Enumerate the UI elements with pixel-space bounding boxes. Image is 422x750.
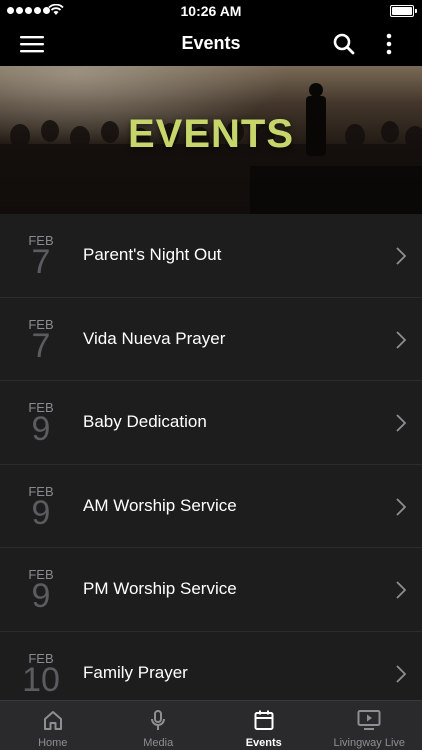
tab-home[interactable]: Home bbox=[0, 701, 106, 750]
app-screen: 10:26 AM Events EVENTS FEB 7 Parent's Ni… bbox=[0, 0, 422, 750]
event-name: Parent's Night Out bbox=[83, 245, 222, 264]
chevron-right-icon bbox=[396, 247, 406, 265]
tab-label: Home bbox=[38, 737, 68, 749]
event-row[interactable]: FEB 9 PM Worship Service bbox=[0, 548, 422, 632]
event-name: Vida Nueva Prayer bbox=[83, 328, 226, 348]
event-row[interactable]: FEB 9 Baby Dedication bbox=[0, 381, 422, 465]
event-day: 9 bbox=[31, 577, 51, 615]
more-vertical-icon bbox=[386, 33, 392, 55]
tab-events[interactable]: Events bbox=[211, 701, 317, 750]
event-name: PM Worship Service bbox=[83, 579, 237, 598]
search-button[interactable] bbox=[322, 22, 366, 66]
tab-label: Events bbox=[245, 737, 282, 749]
tv-play-icon bbox=[357, 710, 381, 730]
chevron-right-icon bbox=[396, 581, 406, 599]
tab-label: Media bbox=[143, 737, 174, 749]
event-list: FEB 7 Parent's Night Out FEB 7 Vida Nuev… bbox=[0, 214, 422, 700]
hero-banner: EVENTS bbox=[0, 66, 422, 214]
event-name: Baby Dedication bbox=[83, 412, 207, 431]
more-options-button[interactable] bbox=[367, 22, 411, 66]
event-row[interactable]: FEB 9 AM Worship Service bbox=[0, 464, 422, 548]
nav-bar: Events bbox=[0, 22, 422, 66]
event-day: 7 bbox=[31, 326, 51, 365]
tab-bar: Home Media Events Livingway Live bbox=[0, 700, 422, 750]
event-name: AM Worship Service bbox=[83, 495, 237, 515]
search-icon bbox=[333, 33, 355, 55]
calendar-icon bbox=[254, 710, 274, 730]
chevron-right-icon bbox=[396, 414, 406, 432]
event-row[interactable]: FEB 10 Family Prayer bbox=[0, 631, 422, 700]
event-day: 7 bbox=[31, 243, 51, 281]
battery-icon bbox=[390, 5, 417, 17]
home-icon bbox=[43, 711, 62, 730]
chevron-right-icon bbox=[396, 664, 406, 683]
event-name: Family Prayer bbox=[83, 662, 188, 682]
status-bar: 10:26 AM bbox=[0, 0, 422, 22]
event-day: 9 bbox=[31, 410, 51, 448]
tab-livingway-live[interactable]: Livingway Live bbox=[317, 701, 422, 750]
tab-label: Livingway Live bbox=[333, 737, 406, 749]
hero-title: EVENTS bbox=[127, 112, 295, 156]
tab-media[interactable]: Media bbox=[106, 701, 212, 750]
event-day: 10 bbox=[22, 660, 60, 699]
chevron-right-icon bbox=[396, 497, 406, 516]
event-row[interactable]: FEB 7 Vida Nueva Prayer bbox=[0, 297, 422, 381]
status-time: 10:26 AM bbox=[180, 3, 242, 19]
microphone-icon bbox=[151, 710, 166, 730]
event-day: 9 bbox=[31, 493, 51, 532]
event-row[interactable]: FEB 7 Parent's Night Out bbox=[0, 214, 422, 298]
chevron-right-icon bbox=[396, 330, 406, 349]
